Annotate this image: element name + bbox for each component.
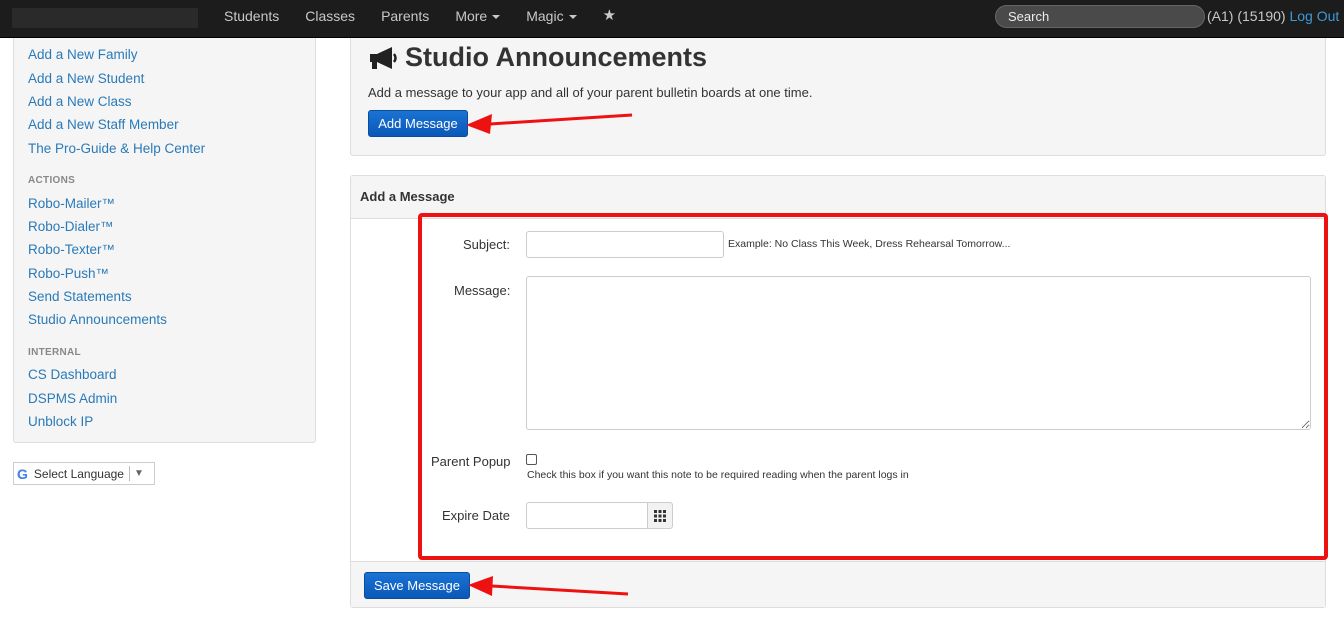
sidebar-link-add-family[interactable]: Add a New Family — [28, 47, 138, 62]
sidebar-heading-actions: ACTIONS — [28, 175, 76, 186]
sidebar-link-pro-guide[interactable]: The Pro-Guide & Help Center — [28, 141, 205, 156]
sidebar-link-robo-mailer[interactable]: Robo-Mailer™ — [28, 196, 115, 211]
save-message-button[interactable]: Save Message — [364, 572, 470, 599]
sidebar-link-unblock-ip[interactable]: Unblock IP — [28, 414, 93, 429]
highlight-box — [418, 213, 1328, 560]
sidebar-link-robo-push[interactable]: Robo-Push™ — [28, 266, 109, 281]
google-g-icon: G — [17, 465, 28, 482]
page-description: Add a message to your app and all of you… — [368, 85, 813, 100]
sidebar-link-add-student[interactable]: Add a New Student — [28, 71, 144, 86]
language-divider — [128, 466, 130, 481]
sidebar-link-add-staff[interactable]: Add a New Staff Member — [28, 117, 179, 132]
megaphone-icon — [370, 46, 397, 69]
page-title-text: Studio Announcements — [405, 42, 707, 72]
sidebar: Add a New Family Add a New Student Add a… — [13, 38, 316, 443]
favorites-star-icon[interactable]: ★ — [590, 0, 629, 32]
nav-magic-label: Magic — [526, 8, 564, 24]
nav-magic[interactable]: Magic — [513, 0, 589, 32]
panel-footer: Save Message — [351, 561, 1325, 607]
language-selector-label: Select Language — [33, 466, 124, 481]
logout-link[interactable]: Log Out — [1289, 8, 1339, 24]
sidebar-link-dspms-admin[interactable]: DSPMS Admin — [28, 391, 117, 406]
sidebar-link-cs-dashboard[interactable]: CS Dashboard — [28, 367, 117, 382]
page-title: Studio Announcements — [368, 42, 707, 73]
dropdown-arrow-icon: ▼ — [133, 468, 144, 479]
add-message-button[interactable]: Add Message — [368, 110, 468, 137]
chevron-down-icon — [568, 15, 577, 20]
sidebar-link-studio-announcements[interactable]: Studio Announcements — [28, 312, 167, 327]
nav-classes[interactable]: Classes — [292, 0, 368, 32]
brand-logo[interactable] — [12, 8, 198, 28]
sidebar-link-robo-dialer[interactable]: Robo-Dialer™ — [28, 219, 114, 234]
search-input[interactable] — [995, 5, 1205, 28]
sidebar-link-robo-texter[interactable]: Robo-Texter™ — [28, 242, 115, 257]
nav-students[interactable]: Students — [211, 0, 292, 32]
nav-more-label: More — [455, 8, 488, 24]
sidebar-heading-internal: INTERNAL — [28, 347, 81, 358]
account-info: (A1) (15190) Log Out — [1207, 8, 1339, 24]
top-navbar: Students Classes Parents More Magic ★ (A… — [0, 0, 1344, 38]
sidebar-link-send-statements[interactable]: Send Statements — [28, 289, 132, 304]
main-nav: Students Classes Parents More Magic ★ — [211, 0, 629, 32]
sidebar-link-add-class[interactable]: Add a New Class — [28, 94, 132, 109]
panel-title: Add a Message — [360, 189, 455, 204]
announcements-header-panel: Studio Announcements Add a message to yo… — [350, 38, 1326, 156]
language-selector[interactable]: G Select Language ▼ — [13, 462, 155, 485]
nav-parents[interactable]: Parents — [368, 0, 442, 32]
account-id: (A1) (15190) — [1207, 8, 1286, 24]
chevron-down-icon — [492, 15, 501, 20]
nav-more[interactable]: More — [442, 0, 513, 32]
